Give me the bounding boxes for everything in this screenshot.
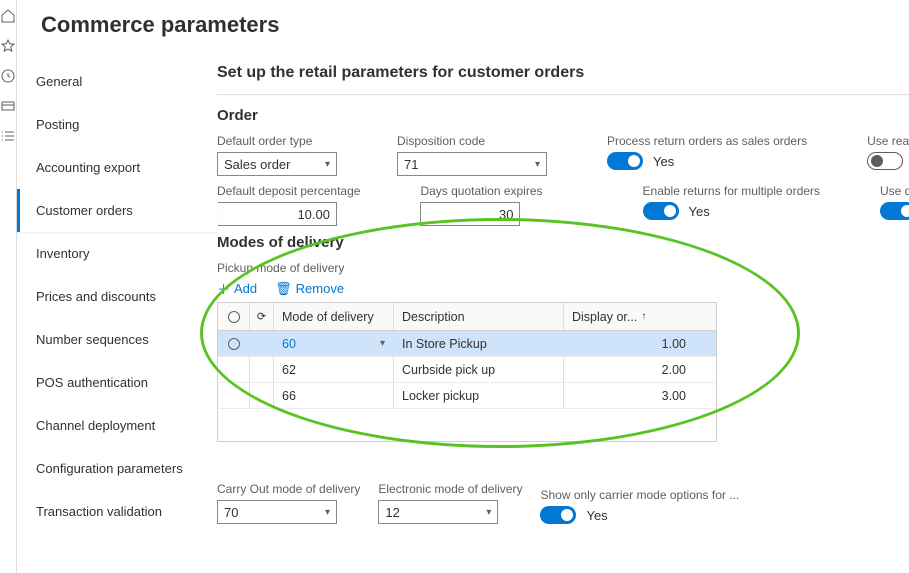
col-description[interactable]: Description: [394, 303, 564, 330]
show-carrier-toggle[interactable]: [540, 506, 576, 524]
chevron-down-icon: ▾: [325, 507, 330, 518]
sidenav-item-customer-orders[interactable]: Customer orders: [17, 189, 218, 232]
modes-section-title: Modes of delivery: [217, 234, 909, 251]
row-desc: Curbside pick up: [394, 357, 564, 382]
show-carrier-value: Yes: [586, 508, 607, 523]
electronic-select[interactable]: 12▾: [378, 500, 498, 524]
row-order: 1.00: [564, 331, 716, 356]
order-section-title: Order: [217, 107, 909, 124]
electronic-label: Electronic mode of delivery: [378, 482, 522, 496]
table-row[interactable]: 66 Locker pickup 3.00: [218, 383, 716, 409]
plus-icon: ＋: [217, 279, 230, 298]
star-icon[interactable]: [0, 38, 16, 54]
disposition-code-label: Disposition code: [397, 134, 547, 148]
process-returns-label: Process return orders as sales orders: [607, 134, 807, 148]
remove-button[interactable]: 🗑Remove: [275, 279, 344, 298]
mode-cell[interactable]: 66: [274, 383, 394, 408]
refresh-icon[interactable]: ⟳: [257, 310, 266, 323]
row-order: 2.00: [564, 357, 716, 382]
mode-cell[interactable]: 62: [274, 357, 394, 382]
chevron-down-icon[interactable]: ▾: [380, 338, 385, 349]
sidenav-item-transaction-validation[interactable]: Transaction validation: [17, 490, 217, 533]
enable-returns-multiple-label: Enable returns for multiple orders: [643, 184, 820, 198]
table-row[interactable]: 60 ▾ In Store Pickup 1.00: [218, 331, 716, 357]
chevron-down-icon: ▾: [325, 159, 330, 170]
pickup-modes-grid: ⟳ Mode of delivery Description Display o…: [217, 302, 717, 442]
use-defau-toggle[interactable]: [880, 202, 909, 220]
col-mode[interactable]: Mode of delivery: [274, 303, 394, 330]
default-deposit-pct-label: Default deposit percentage: [217, 184, 360, 198]
col-display-order[interactable]: Display or...↑: [564, 303, 716, 330]
default-order-type-label: Default order type: [217, 134, 337, 148]
main-subheader: Set up the retail parameters for custome…: [217, 56, 909, 95]
trash-icon: 🗑: [275, 281, 292, 297]
carry-out-label: Carry Out mode of delivery: [217, 482, 360, 496]
sidenav-item-general[interactable]: General: [17, 60, 217, 103]
carry-out-select[interactable]: 70▾: [217, 500, 337, 524]
use-realti-label: Use realti: [867, 134, 909, 148]
enable-returns-multiple-value: Yes: [689, 204, 710, 219]
side-nav: General Posting Accounting export Custom…: [17, 56, 217, 573]
sidenav-item-inventory[interactable]: Inventory: [17, 232, 217, 275]
sidenav-item-accounting-export[interactable]: Accounting export: [17, 146, 217, 189]
days-quotation-label: Days quotation expires: [420, 184, 542, 198]
show-carrier-label: Show only carrier mode options for ...: [540, 488, 739, 502]
row-desc: In Store Pickup: [394, 331, 564, 356]
row-radio[interactable]: [228, 338, 240, 350]
page-title: Commerce parameters: [17, 0, 909, 56]
list-icon[interactable]: [0, 128, 16, 144]
sidenav-item-channel-deployment[interactable]: Channel deployment: [17, 404, 217, 447]
sidenav-item-posting[interactable]: Posting: [17, 103, 217, 146]
row-order: 3.00: [564, 383, 716, 408]
sort-asc-icon: ↑: [641, 311, 646, 322]
disposition-code-select[interactable]: 71▾: [397, 152, 547, 176]
mode-link[interactable]: 60: [282, 337, 296, 351]
sidenav-item-config-params[interactable]: Configuration parameters: [17, 447, 217, 490]
row-desc: Locker pickup: [394, 383, 564, 408]
chevron-down-icon: ▾: [535, 159, 540, 170]
days-quotation-input[interactable]: 30: [420, 202, 520, 226]
use-realti-toggle[interactable]: [867, 152, 903, 170]
card-icon[interactable]: [0, 98, 16, 114]
process-returns-toggle[interactable]: [607, 152, 643, 170]
default-deposit-pct-input[interactable]: 10.00: [217, 202, 337, 226]
clock-icon[interactable]: [0, 68, 16, 84]
select-all-radio[interactable]: [228, 311, 240, 323]
enable-returns-multiple-toggle[interactable]: [643, 202, 679, 220]
table-row[interactable]: 62 Curbside pick up 2.00: [218, 357, 716, 383]
home-icon[interactable]: [0, 8, 16, 24]
sidenav-item-number-sequences[interactable]: Number sequences: [17, 318, 217, 361]
app-iconbar: [0, 0, 17, 573]
add-button[interactable]: ＋Add: [217, 279, 257, 298]
sidenav-item-prices-discounts[interactable]: Prices and discounts: [17, 275, 217, 318]
use-defau-label: Use defau: [880, 184, 909, 198]
chevron-down-icon: ▾: [486, 507, 491, 518]
pickup-mode-label: Pickup mode of delivery: [217, 261, 909, 275]
process-returns-value: Yes: [653, 154, 674, 169]
default-order-type-select[interactable]: Sales order▾: [217, 152, 337, 176]
sidenav-item-pos-auth[interactable]: POS authentication: [17, 361, 217, 404]
